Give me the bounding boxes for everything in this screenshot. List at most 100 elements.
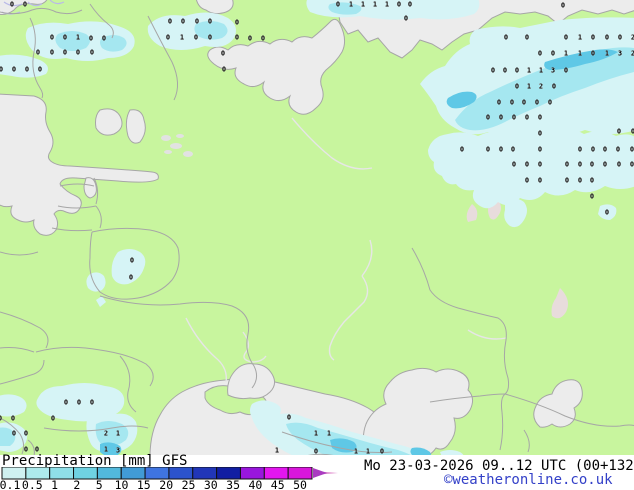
precip-value-marker: 0 [63, 49, 67, 57]
precip-value-marker: 0 [499, 146, 503, 154]
precip-value-marker: 0 [77, 399, 81, 407]
precip-value-marker: 0 [538, 50, 542, 58]
legend-scale-label: 30 [204, 478, 218, 490]
legend-scale-label: 15 [137, 478, 151, 490]
precip-value-marker: 0 [486, 146, 490, 154]
precip-value-marker: 0 [630, 146, 634, 154]
precip-value-marker: 0 [168, 18, 172, 26]
legend-scale-label: 50 [293, 478, 307, 490]
precip-value-marker: 0 [590, 161, 594, 169]
precip-value-marker: 0 [565, 177, 569, 185]
precip-value-marker: 0 [89, 35, 93, 43]
precip-value-marker: 0 [235, 19, 239, 27]
legend-scale-label: 5 [96, 478, 103, 490]
precip-value-marker: 0 [603, 161, 607, 169]
map-footer: Precipitation [mm] GFS 0.1 0.5 1 2 5 10 15 20 25… [0, 453, 634, 490]
precip-value-marker: 1 [605, 50, 609, 58]
legend-scale-label: 10 [115, 478, 129, 490]
precip-value-marker: 0 [605, 209, 609, 217]
precip-value-marker: 0 [538, 177, 542, 185]
precip-value-marker: 0 [618, 34, 622, 42]
precip-value-marker: 0 [10, 1, 14, 9]
precip-value-marker: 0 [261, 35, 265, 43]
precip-value-marker: 0 [515, 83, 519, 91]
precip-value-marker: 0 [12, 66, 16, 74]
precip-value-marker: 0 [76, 49, 80, 57]
precip-value-marker: 2 [104, 430, 108, 438]
precip-value-marker: 0 [129, 274, 133, 282]
precip-value-marker: 0 [551, 50, 555, 58]
precip-value-marker: 0 [538, 161, 542, 169]
precip-value-marker: 0 [50, 49, 54, 57]
precip-value-marker: 1 [354, 448, 358, 455]
lake-ladoga-shape [95, 108, 123, 136]
precip-value-marker: 2 [539, 83, 543, 91]
lake-onega-shape [125, 109, 146, 144]
precip-value-marker: 0 [538, 114, 542, 122]
precip-value-marker: 0 [64, 399, 68, 407]
precip-value-marker: 0 [561, 2, 565, 10]
precip-value-marker: 0 [0, 415, 2, 423]
legend-scale-label: 20 [159, 478, 173, 490]
precip-value-marker: 0 [522, 99, 526, 107]
copyright-link[interactable]: ©weatheronline.co.uk [444, 472, 613, 488]
precip-value-marker: 0 [25, 66, 29, 74]
precip-value-marker: 0 [38, 66, 42, 74]
legend-overflow-arrow [313, 468, 327, 478]
precip-value-marker: 0 [491, 67, 495, 75]
precip-value-marker: 0 [605, 34, 609, 42]
legend-scale-labels: 0.1 0.5 1 2 5 10 15 20 25 30 35 40 45 50 [0, 478, 307, 490]
precip-value-marker: 0 [578, 146, 582, 154]
precip-value-marker: 0 [195, 18, 199, 26]
precip-value-marker: 1 [275, 447, 279, 455]
precip-value-marker: 0 [486, 114, 490, 122]
precip-value-marker: 0 [617, 161, 621, 169]
weather-map-page: 0000100000000000000000100000000111100000… [0, 0, 634, 490]
precip-value-marker: 0 [222, 66, 226, 74]
precip-value-marker: 0 [499, 114, 503, 122]
precip-value-marker: 0 [51, 415, 55, 423]
precip-value-marker: 0 [525, 177, 529, 185]
precip-value-marker: 1 [564, 50, 568, 58]
precip-value-marker: 0 [397, 1, 401, 9]
precip-value-marker: 1 [578, 34, 582, 42]
precip-value-marker: 0 [591, 146, 595, 154]
precip-value-marker: 0 [617, 128, 621, 136]
legend-scale-label: 0.5 [22, 478, 43, 490]
precip-value-marker: 0 [102, 35, 106, 43]
precip-value-marker: 0 [510, 99, 514, 107]
precip-value-marker: 0 [497, 99, 501, 107]
precip-value-marker: 1 [327, 430, 331, 438]
precip-value-marker: 0 [578, 177, 582, 185]
precip-value-marker: 0 [538, 130, 542, 138]
precip-value-marker: 3 [551, 67, 555, 75]
legend-scale-label: 1 [51, 478, 58, 490]
legend-scale-bar: 0.1 0.5 1 2 5 10 15 20 25 30 35 40 45 50 [0, 467, 338, 490]
precip-value-marker: 1 [349, 1, 353, 9]
precip-value-marker: 0 [63, 34, 67, 42]
precip-value-marker: 0 [194, 34, 198, 42]
precip-value-marker: 0 [208, 18, 212, 26]
precip-value-marker: 0 [460, 146, 464, 154]
precip-value-marker: 0 [36, 49, 40, 57]
precip-value-marker: 0 [565, 161, 569, 169]
legend-scale-label: 35 [226, 478, 240, 490]
precip-value-marker: 1 [373, 1, 377, 9]
precip-value-marker: 0 [248, 35, 252, 43]
legend-scale-label: 25 [182, 478, 196, 490]
legend-scale-label: 40 [248, 478, 262, 490]
lake-peipus-shape [83, 177, 97, 199]
precip-value-marker: 0 [578, 161, 582, 169]
precip-value-marker: 0 [535, 99, 539, 107]
precip-value-marker: 0 [616, 146, 620, 154]
precip-value-marker: 0 [314, 448, 318, 455]
precip-value-marker: 1 [314, 430, 318, 438]
precip-value-marker: 0 [515, 67, 519, 75]
legend-scale-label: 45 [271, 478, 285, 490]
precip-value-marker: 0 [23, 1, 27, 9]
precip-value-marker: 0 [130, 257, 134, 265]
legend-title: Precipitation [mm] GFS [2, 453, 188, 469]
map-canvas: 0 0 0 0 1 0 0 0 0 0 0 0 0 0 0 0 0 0 0 0 0 0 1 0 0 0 0 0 0 0 0 1 1 1 1 0 0 0 0 0… [0, 0, 634, 455]
precip-value-marker: 0 [564, 67, 568, 75]
precip-core-nw1 [55, 31, 90, 51]
